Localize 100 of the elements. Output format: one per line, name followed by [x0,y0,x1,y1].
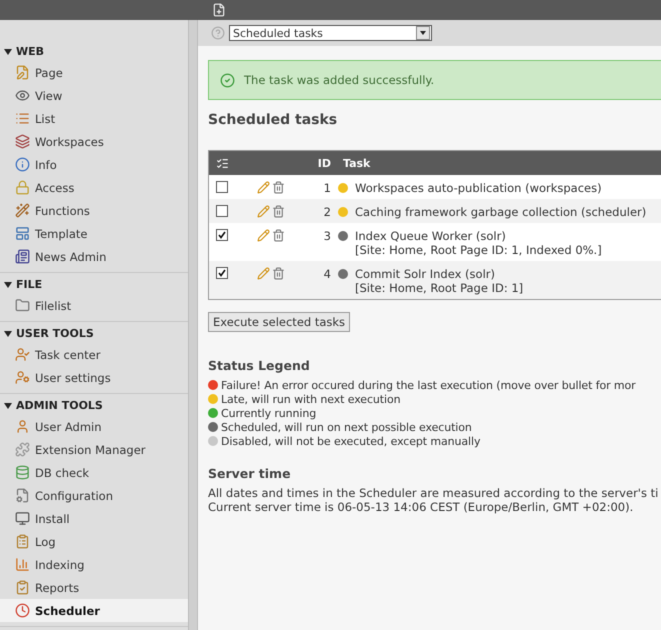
function-select[interactable]: Scheduled tasks [229,25,432,41]
triangle-icon[interactable] [4,330,12,338]
module-label: View [35,88,62,102]
user-settings-icon [15,370,30,385]
module-item[interactable]: Filelist [0,294,188,317]
page-heading: Scheduled tasks [208,112,338,128]
module-label: Scheduler [35,604,100,618]
module-item[interactable]: Log [0,530,188,553]
task-id: 4 [322,267,331,281]
puzzle-icon [15,442,30,457]
module-label: Filelist [35,298,72,312]
module-label: Reports [35,580,80,594]
delete-icon[interactable] [272,205,285,218]
task-name: Workspaces auto-publication (workspaces) [355,181,603,195]
module-label: DB check [35,466,90,480]
list-icon [15,111,30,126]
module-item[interactable]: Functions [0,199,188,222]
monitor-icon [15,511,30,526]
group-title: FILE [16,278,42,291]
triangle-icon[interactable] [4,402,12,410]
module-item[interactable]: Indexing [0,553,188,576]
newspaper-icon [15,249,30,264]
module-item[interactable]: List [0,107,188,130]
column-header: ID [316,156,331,170]
column-header: Task [343,156,372,170]
row-checkbox[interactable] [216,205,228,217]
row-checkbox[interactable] [216,267,228,279]
module-label: List [35,112,56,126]
legend-text: Currently running [221,406,316,420]
task-id: 1 [322,181,331,195]
legend-text: Disabled, will not be executed, except manually [221,434,480,448]
module-label: Configuration [35,488,113,502]
section-heading: Status Legend [208,358,311,373]
delete-icon[interactable] [272,229,285,242]
module-label: User Admin [35,420,102,434]
task-name: Index Queue Worker (solr) [355,229,507,243]
module-item[interactable]: Page [0,61,188,84]
group-title: WEB [16,45,44,58]
module-label: Page [35,66,63,80]
task-id: 2 [322,205,331,219]
task-name: Caching framework garbage collection (scheduler) [355,205,648,219]
module-item[interactable]: Info [0,153,188,176]
module-item[interactable]: Configuration [0,484,188,507]
module-label: Info [35,158,57,172]
row-checkbox[interactable] [216,181,228,193]
module-label: Workspaces [35,134,104,148]
triangle-icon[interactable] [4,280,12,288]
user-check-icon [15,347,30,362]
module-label: Indexing [35,558,84,572]
module-item[interactable]: Task center [0,343,188,366]
legend-text: Failure! An error occured during the last execution (move over bullet for mor [221,378,636,392]
module-label: Functions [35,204,90,218]
message-text: The task was added successfully. [244,73,434,87]
module-item[interactable]: User Admin [0,415,188,438]
task-detail: [Site: Home, Root Page ID: 1] [355,281,524,295]
module-item[interactable]: Scheduler [0,599,188,622]
toggle-all-icon[interactable] [216,156,229,170]
edit-icon[interactable] [257,181,270,194]
edit-icon[interactable] [257,229,270,242]
module-item[interactable]: Workspaces [0,130,188,153]
module-item[interactable]: Access [0,176,188,199]
caret-icon [420,31,426,35]
module-item[interactable]: Extension Manager [0,438,188,461]
legend-text: Scheduled, will run on next possible execution [221,420,472,434]
legend-text: Late, will run with next execution [221,392,400,406]
module-item[interactable]: Template [0,222,188,245]
task-detail: [Site: Home, Root Page ID: 1, Indexed 0%.] [355,243,603,257]
layout-icon [15,226,30,241]
module-item[interactable]: DB check [0,461,188,484]
scrollbar[interactable] [188,20,198,630]
clipboard-check-icon [15,580,30,595]
folder-icon [15,298,30,313]
triangle-icon[interactable] [4,48,12,56]
module-item[interactable]: Reports [0,576,188,599]
module-label: News Admin [35,250,106,264]
module-item[interactable]: View [0,84,188,107]
file-gear-icon [15,488,30,503]
module-label: Template [35,226,88,240]
module-item[interactable]: User settings [0,366,188,389]
module-label: Task center [35,348,100,362]
group-title: ADMIN TOOLS [16,399,103,412]
page-edit-icon [15,65,30,80]
eye-icon [15,88,30,103]
wand-icon [15,203,30,218]
layers-icon [15,134,30,149]
group-title: USER TOOLS [16,327,94,340]
section-heading: Server time [208,466,292,481]
row-checkbox[interactable] [216,229,228,241]
new-record-icon[interactable] [212,3,226,17]
task-id: 3 [322,229,331,243]
module-label: Access [35,180,74,194]
delete-icon[interactable] [272,181,285,194]
bar-chart-icon [15,557,30,572]
server-time-text: Current server time is 06-05-13 14:06 CEST (Europe/Berlin, GMT +02:00). [208,500,634,514]
user-icon [15,419,30,434]
module-item[interactable]: News Admin [0,245,188,268]
delete-icon[interactable] [272,267,285,280]
execute-button[interactable]: Execute selected tasks [208,312,350,332]
module-item[interactable]: Install [0,507,188,530]
module-label: Install [35,512,70,526]
